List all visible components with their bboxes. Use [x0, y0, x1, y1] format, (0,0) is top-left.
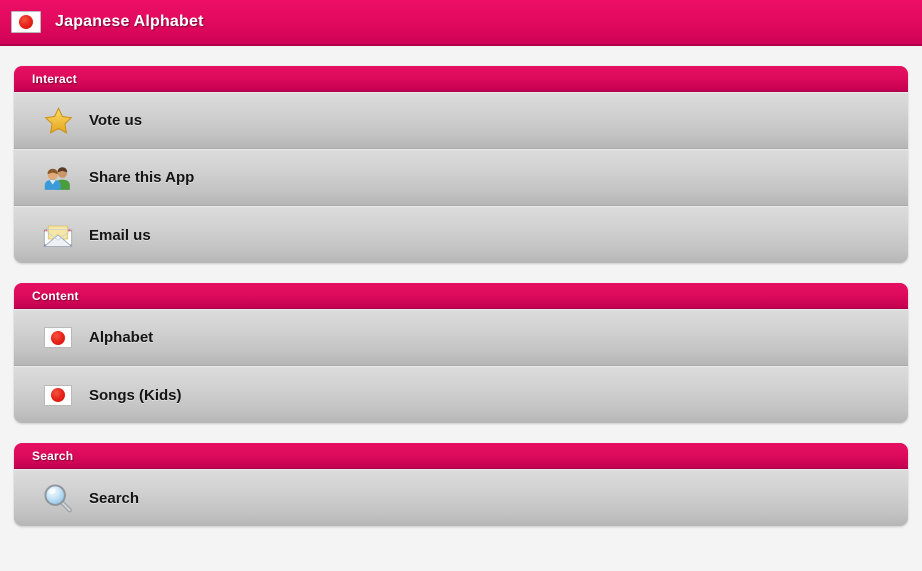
- list-item-songs-kids[interactable]: Songs (Kids): [14, 366, 908, 423]
- group-header-interact: Interact: [14, 66, 908, 92]
- group-header-content: Content: [14, 283, 908, 309]
- flag-body: [44, 384, 72, 406]
- list-item-email-us[interactable]: Email us: [14, 206, 908, 263]
- list-item-label: Share this App: [89, 169, 195, 186]
- page-title: Japanese Alphabet: [55, 13, 204, 30]
- group-header-label: Interact: [32, 71, 77, 86]
- magnifier-icon: [43, 483, 73, 513]
- japan-flag-icon: [43, 380, 73, 410]
- list-item-vote-us[interactable]: Vote us: [14, 92, 908, 149]
- flag-body: [44, 327, 72, 348]
- page-content: Interact Vote us Share this App Email us…: [0, 46, 922, 526]
- japan-flag-icon: [43, 323, 73, 353]
- flag-disc: [51, 330, 65, 345]
- group-header-label: Search: [32, 448, 74, 463]
- list-item-label: Email us: [89, 226, 151, 244]
- list-item-label: Vote us: [89, 112, 143, 129]
- list-item-label: Alphabet: [89, 329, 154, 346]
- group-content: Content Alphabet Songs (Kids): [14, 283, 908, 423]
- two-people-icon: [43, 163, 73, 193]
- group-search: Search Search: [14, 443, 908, 526]
- group-header-search: Search: [14, 443, 908, 469]
- list-item-label: Search: [89, 489, 140, 507]
- japan-flag-icon: [11, 11, 41, 33]
- group-header-label: Content: [32, 288, 79, 303]
- list-item-alphabet[interactable]: Alphabet: [14, 309, 908, 366]
- app-bar: Japanese Alphabet: [0, 0, 922, 46]
- star-icon: [43, 106, 73, 136]
- group-interact: Interact Vote us Share this App Email us: [14, 66, 908, 263]
- flag-disc: [19, 15, 33, 29]
- envelope-icon: [43, 220, 73, 250]
- list-item-label: Songs (Kids): [89, 386, 182, 404]
- flag-disc: [51, 388, 65, 402]
- list-item-search[interactable]: Search: [14, 469, 908, 526]
- list-item-share-this-app[interactable]: Share this App: [14, 149, 908, 206]
